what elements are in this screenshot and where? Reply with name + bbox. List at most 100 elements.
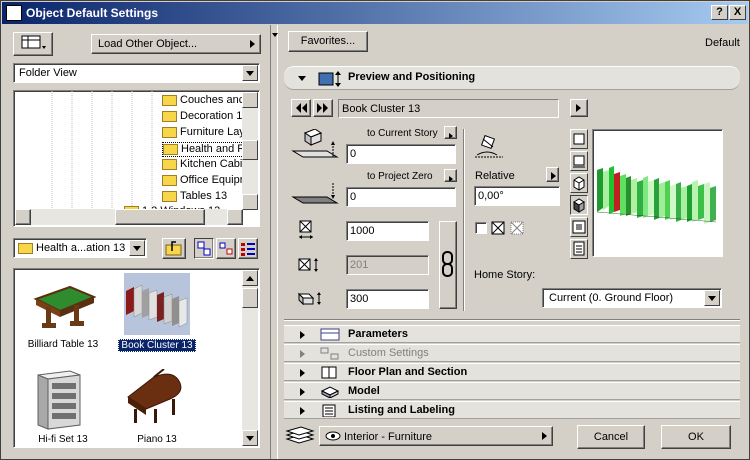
folder-icon <box>162 94 177 106</box>
layer-select[interactable]: Interior - Furniture <box>319 426 553 446</box>
view-shaded-button[interactable] <box>570 195 588 215</box>
chevron-up-icon <box>246 276 254 281</box>
load-other-object-button[interactable]: Load Other Object... <box>91 34 261 54</box>
tree-item[interactable]: Kitchen Cabin <box>162 158 249 173</box>
dropdown-button[interactable] <box>704 290 720 306</box>
folder-up-button[interactable] <box>162 238 186 259</box>
chevron-down-icon <box>708 296 716 301</box>
folder-icon <box>162 126 177 138</box>
object-menu-button[interactable] <box>570 99 588 117</box>
view-small-icons-button[interactable] <box>216 238 236 259</box>
tree-hscrollbar[interactable] <box>15 209 243 225</box>
next-object-button[interactable] <box>313 99 333 117</box>
separator <box>463 129 465 311</box>
view-plan-button[interactable] <box>570 129 588 149</box>
view-select[interactable]: Folder View <box>13 63 260 83</box>
section-floor-plan[interactable]: Floor Plan and Section <box>284 363 740 381</box>
project-zero-elevation-input[interactable]: 0 <box>346 187 456 207</box>
home-story-select[interactable]: Current (0. Ground Floor) <box>542 288 722 308</box>
item-label[interactable]: Billiard Table 13 <box>20 339 106 350</box>
relative-label: Relative <box>475 170 515 182</box>
chain-link-icon <box>442 251 453 277</box>
current-story-menu-button[interactable] <box>444 126 457 139</box>
floor-plan-icon <box>321 366 337 379</box>
tree-item[interactable]: Office Equipr <box>162 174 243 189</box>
dimension-x-input[interactable]: 1000 <box>346 221 429 241</box>
billiard-table-thumbnail[interactable] <box>32 281 97 331</box>
scroll-left-button[interactable] <box>15 209 31 225</box>
folder-icon <box>162 110 177 122</box>
book-cluster-icon <box>126 284 188 328</box>
billiard-table-icon <box>33 285 97 328</box>
section-parameters[interactable]: Parameters <box>284 325 740 343</box>
scroll-down-button[interactable] <box>242 430 258 446</box>
tree-item-selected[interactable]: Health and R <box>162 142 247 157</box>
close-button[interactable]: X <box>729 5 746 20</box>
view-side-button[interactable] <box>570 151 588 171</box>
relative-menu-button[interactable] <box>546 167 559 182</box>
tree-item[interactable]: Decoration 1 <box>162 110 242 125</box>
dropdown-button[interactable] <box>129 240 145 256</box>
rotation-angle-input[interactable]: 0,00° <box>474 186 560 206</box>
section-model[interactable]: Model <box>284 382 740 400</box>
home-story-label: Home Story: <box>474 269 536 281</box>
tree-item[interactable]: Tables 13 <box>162 190 227 205</box>
view-info-button[interactable] <box>570 239 588 259</box>
panel-splitter[interactable] <box>270 25 278 459</box>
folder-tree[interactable]: Couches anc Decoration 1 Furniture Lay H… <box>13 90 260 227</box>
chevron-down-icon <box>246 71 254 76</box>
help-button[interactable]: ? <box>711 5 728 20</box>
folder-select[interactable]: Health a...ation 13 <box>13 238 147 258</box>
scroll-right-button[interactable] <box>227 209 243 225</box>
item-label[interactable]: Piano 13 <box>118 434 196 445</box>
title-bar[interactable]: Object Default Settings ? X <box>2 2 748 24</box>
layer-select-value: Interior - Furniture <box>344 431 433 443</box>
collapsed-triangle-icon <box>300 407 305 415</box>
hifi-set-thumbnail[interactable] <box>34 367 84 431</box>
to-project-zero-label: to Project Zero <box>367 171 433 182</box>
view-wireframe-button[interactable] <box>570 173 588 193</box>
gallery-vscrollbar[interactable] <box>242 270 258 446</box>
view-list-button[interactable] <box>238 238 258 259</box>
piano-icon <box>127 368 182 423</box>
current-story-elevation-input[interactable]: 0 <box>346 144 456 164</box>
list-icon <box>241 243 255 256</box>
tree-item[interactable]: Furniture Lay <box>162 126 245 141</box>
scroll-down-button[interactable] <box>242 194 258 210</box>
folder-icon <box>162 174 177 186</box>
eye-icon <box>325 431 341 441</box>
cancel-button[interactable]: Cancel <box>577 425 645 449</box>
favorites-button[interactable]: Favorites... <box>288 31 368 52</box>
object-gallery[interactable]: Billiard Table 13 Book Cluster 13 Hi-fi … <box>13 268 260 448</box>
proportion-lock-button[interactable] <box>439 221 457 309</box>
project-zero-elevation-icon <box>291 183 339 204</box>
view-mode-button[interactable] <box>13 32 53 56</box>
folder-up-icon <box>165 241 182 256</box>
tree-vscrollbar[interactable] <box>242 92 258 210</box>
hscroll-thumb[interactable] <box>115 209 205 225</box>
tree-item[interactable]: Couches anc <box>162 94 244 109</box>
book-cluster-thumbnail[interactable] <box>124 273 190 335</box>
project-zero-menu-button[interactable] <box>444 169 457 182</box>
scroll-thumb[interactable] <box>242 140 258 160</box>
dimension-z-input[interactable]: 300 <box>346 289 429 309</box>
scroll-thumb[interactable] <box>242 288 258 308</box>
item-label[interactable]: Hi-fi Set 13 <box>18 434 108 445</box>
item-label-selected[interactable]: Book Cluster 13 <box>118 339 196 352</box>
ok-button[interactable]: OK <box>661 425 731 449</box>
scroll-up-button[interactable] <box>242 92 258 108</box>
view-icons-button[interactable] <box>194 238 214 259</box>
collapsed-triangle-icon <box>300 388 305 396</box>
scroll-up-button[interactable] <box>242 270 258 286</box>
section-listing[interactable]: Listing and Labeling <box>284 401 740 419</box>
mirror-checkbox[interactable] <box>475 222 487 234</box>
view-film-button[interactable] <box>570 217 588 237</box>
previous-object-button[interactable] <box>291 99 311 117</box>
section-title: Custom Settings <box>348 347 429 359</box>
chevron-right-icon <box>551 172 556 180</box>
layer-stack-icon <box>285 426 315 444</box>
dropdown-button[interactable] <box>242 65 258 81</box>
load-other-object-label: Load Other Object... <box>98 38 198 50</box>
section-preview-positioning[interactable]: Preview and Positioning <box>284 66 740 90</box>
piano-thumbnail[interactable] <box>124 368 188 427</box>
